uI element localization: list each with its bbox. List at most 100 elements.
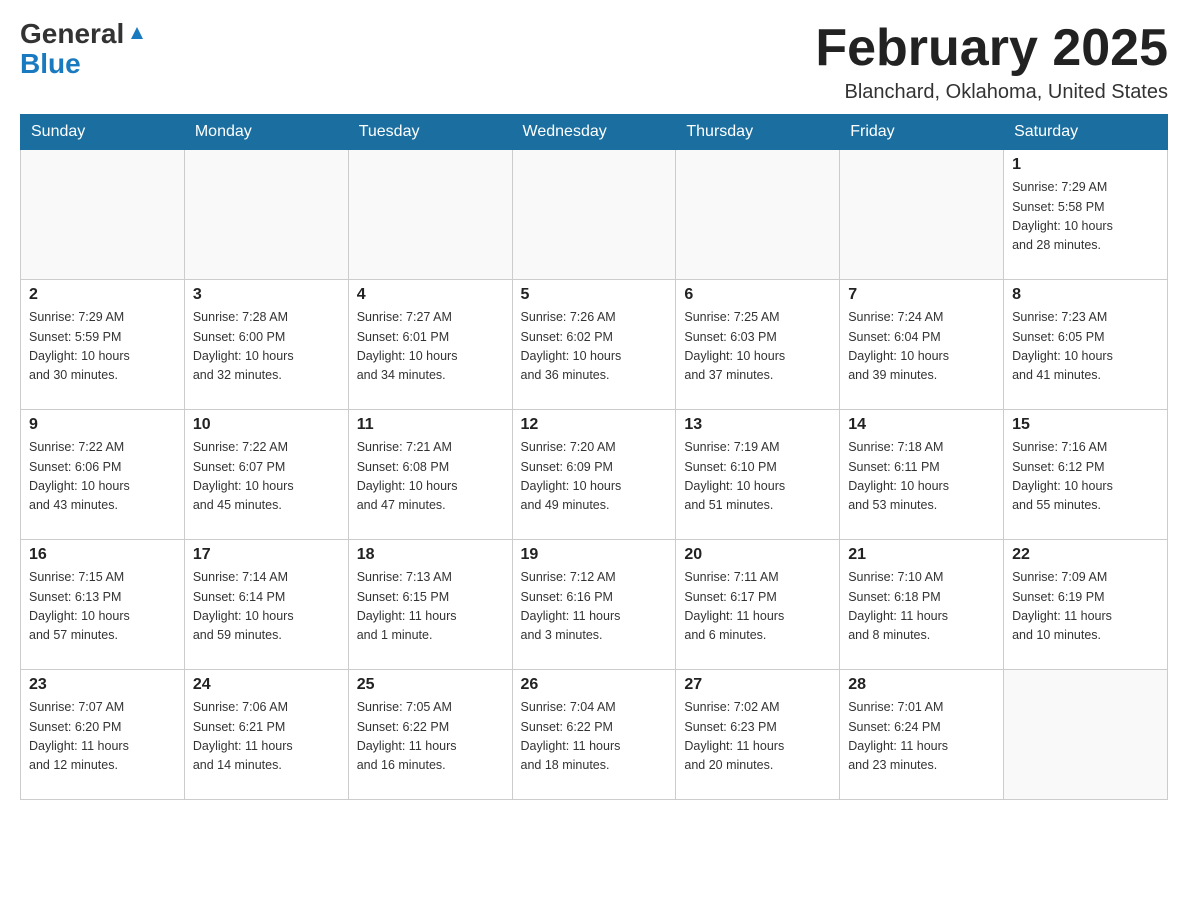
day-info: Sunrise: 7:23 AMSunset: 6:05 PMDaylight:… [1012,308,1159,386]
day-info: Sunrise: 7:25 AMSunset: 6:03 PMDaylight:… [684,308,831,386]
calendar-header: Sunday Monday Tuesday Wednesday Thursday… [21,115,1168,150]
day-number: 17 [193,546,340,564]
col-friday: Friday [840,115,1004,150]
calendar-cell: 6 Sunrise: 7:25 AMSunset: 6:03 PMDaylight… [676,280,840,410]
day-number: 24 [193,676,340,694]
day-number: 8 [1012,286,1159,304]
day-info: Sunrise: 7:21 AMSunset: 6:08 PMDaylight:… [357,438,504,516]
day-info: Sunrise: 7:10 AMSunset: 6:18 PMDaylight:… [848,568,995,646]
day-info: Sunrise: 7:18 AMSunset: 6:11 PMDaylight:… [848,438,995,516]
day-info: Sunrise: 7:22 AMSunset: 6:06 PMDaylight:… [29,438,176,516]
day-info: Sunrise: 7:29 AMSunset: 5:59 PMDaylight:… [29,308,176,386]
calendar-table: Sunday Monday Tuesday Wednesday Thursday… [20,114,1168,800]
day-number: 18 [357,546,504,564]
day-info: Sunrise: 7:19 AMSunset: 6:10 PMDaylight:… [684,438,831,516]
day-number: 9 [29,416,176,434]
day-info: Sunrise: 7:15 AMSunset: 6:13 PMDaylight:… [29,568,176,646]
calendar-cell: 3 Sunrise: 7:28 AMSunset: 6:00 PMDaylight… [184,280,348,410]
logo-general: General [20,20,124,48]
calendar-cell: 4Sunrise: 7:27 AMSunset: 6:01 PMDaylight… [348,280,512,410]
calendar-week-4: 16 Sunrise: 7:15 AMSunset: 6:13 PMDayligh… [21,540,1168,670]
calendar-cell: 28 Sunrise: 7:01 AMSunset: 6:24 PMDayligh… [840,670,1004,800]
day-number: 2 [29,286,176,304]
day-number: 25 [357,676,504,694]
day-number: 7 [848,286,995,304]
day-number: 26 [521,676,668,694]
calendar-cell: 10 Sunrise: 7:22 AMSunset: 6:07 PMDayligh… [184,410,348,540]
calendar-body: 1 Sunrise: 7:29 AMSunset: 5:58 PMDaylight… [21,150,1168,800]
calendar-week-2: 2 Sunrise: 7:29 AMSunset: 5:59 PMDaylight… [21,280,1168,410]
day-info: Sunrise: 7:11 AMSunset: 6:17 PMDaylight:… [684,568,831,646]
day-number: 10 [193,416,340,434]
day-number: 13 [684,416,831,434]
calendar-cell: 22 Sunrise: 7:09 AMSunset: 6:19 PMDayligh… [1004,540,1168,670]
day-info: Sunrise: 7:01 AMSunset: 6:24 PMDaylight:… [848,698,995,776]
col-wednesday: Wednesday [512,115,676,150]
calendar-cell [1004,670,1168,800]
day-number: 16 [29,546,176,564]
day-info: Sunrise: 7:24 AMSunset: 6:04 PMDaylight:… [848,308,995,386]
calendar-cell: 19Sunrise: 7:12 AMSunset: 6:16 PMDayligh… [512,540,676,670]
day-info: Sunrise: 7:28 AMSunset: 6:00 PMDaylight:… [193,308,340,386]
day-info: Sunrise: 7:16 AMSunset: 6:12 PMDaylight:… [1012,438,1159,516]
col-sunday: Sunday [21,115,185,150]
calendar-cell: 23Sunrise: 7:07 AMSunset: 6:20 PMDayligh… [21,670,185,800]
day-info: Sunrise: 7:22 AMSunset: 6:07 PMDaylight:… [193,438,340,516]
calendar-cell: 9 Sunrise: 7:22 AMSunset: 6:06 PMDaylight… [21,410,185,540]
day-number: 1 [1012,156,1159,174]
page-header: General Blue February 2025 Blanchard, Ok… [20,20,1168,104]
day-info: Sunrise: 7:05 AMSunset: 6:22 PMDaylight:… [357,698,504,776]
calendar-cell: 24 Sunrise: 7:06 AMSunset: 6:21 PMDayligh… [184,670,348,800]
calendar-cell [512,150,676,280]
day-number: 11 [357,416,504,434]
day-number: 4 [357,286,504,304]
calendar-cell: 7 Sunrise: 7:24 AMSunset: 6:04 PMDaylight… [840,280,1004,410]
calendar-cell [21,150,185,280]
day-number: 5 [521,286,668,304]
calendar-week-5: 23Sunrise: 7:07 AMSunset: 6:20 PMDayligh… [21,670,1168,800]
calendar-cell: 27 Sunrise: 7:02 AMSunset: 6:23 PMDayligh… [676,670,840,800]
day-number: 14 [848,416,995,434]
day-info: Sunrise: 7:26 AMSunset: 6:02 PMDaylight:… [521,308,668,386]
logo-blue: Blue [20,48,81,80]
day-number: 6 [684,286,831,304]
day-info: Sunrise: 7:02 AMSunset: 6:23 PMDaylight:… [684,698,831,776]
day-info: Sunrise: 7:20 AMSunset: 6:09 PMDaylight:… [521,438,668,516]
calendar-cell: 13 Sunrise: 7:19 AMSunset: 6:10 PMDayligh… [676,410,840,540]
calendar-cell: 25 Sunrise: 7:05 AMSunset: 6:22 PMDayligh… [348,670,512,800]
calendar-cell: 15Sunrise: 7:16 AMSunset: 6:12 PMDayligh… [1004,410,1168,540]
day-number: 12 [521,416,668,434]
calendar-cell: 17 Sunrise: 7:14 AMSunset: 6:14 PMDayligh… [184,540,348,670]
day-number: 27 [684,676,831,694]
calendar-cell: 11 Sunrise: 7:21 AMSunset: 6:08 PMDayligh… [348,410,512,540]
calendar-cell: 12 Sunrise: 7:20 AMSunset: 6:09 PMDayligh… [512,410,676,540]
day-number: 20 [684,546,831,564]
calendar-week-1: 1 Sunrise: 7:29 AMSunset: 5:58 PMDaylight… [21,150,1168,280]
calendar-cell: 1 Sunrise: 7:29 AMSunset: 5:58 PMDaylight… [1004,150,1168,280]
title-block: February 2025 Blanchard, Oklahoma, Unite… [815,20,1168,104]
day-info: Sunrise: 7:04 AMSunset: 6:22 PMDaylight:… [521,698,668,776]
day-info: Sunrise: 7:13 AMSunset: 6:15 PMDaylight:… [357,568,504,646]
calendar-cell [676,150,840,280]
calendar-cell: 18 Sunrise: 7:13 AMSunset: 6:15 PMDayligh… [348,540,512,670]
col-monday: Monday [184,115,348,150]
calendar-cell [348,150,512,280]
col-tuesday: Tuesday [348,115,512,150]
day-number: 22 [1012,546,1159,564]
day-info: Sunrise: 7:29 AMSunset: 5:58 PMDaylight:… [1012,178,1159,256]
calendar-cell: 26 Sunrise: 7:04 AMSunset: 6:22 PMDayligh… [512,670,676,800]
calendar-cell [840,150,1004,280]
day-number: 23 [29,676,176,694]
day-info: Sunrise: 7:09 AMSunset: 6:19 PMDaylight:… [1012,568,1159,646]
day-number: 28 [848,676,995,694]
day-number: 3 [193,286,340,304]
logo-icon [126,21,148,43]
day-info: Sunrise: 7:14 AMSunset: 6:14 PMDaylight:… [193,568,340,646]
day-info: Sunrise: 7:06 AMSunset: 6:21 PMDaylight:… [193,698,340,776]
calendar-cell [184,150,348,280]
col-saturday: Saturday [1004,115,1168,150]
header-row: Sunday Monday Tuesday Wednesday Thursday… [21,115,1168,150]
day-info: Sunrise: 7:12 AMSunset: 6:16 PMDaylight:… [521,568,668,646]
month-title: February 2025 [815,20,1168,77]
day-number: 21 [848,546,995,564]
